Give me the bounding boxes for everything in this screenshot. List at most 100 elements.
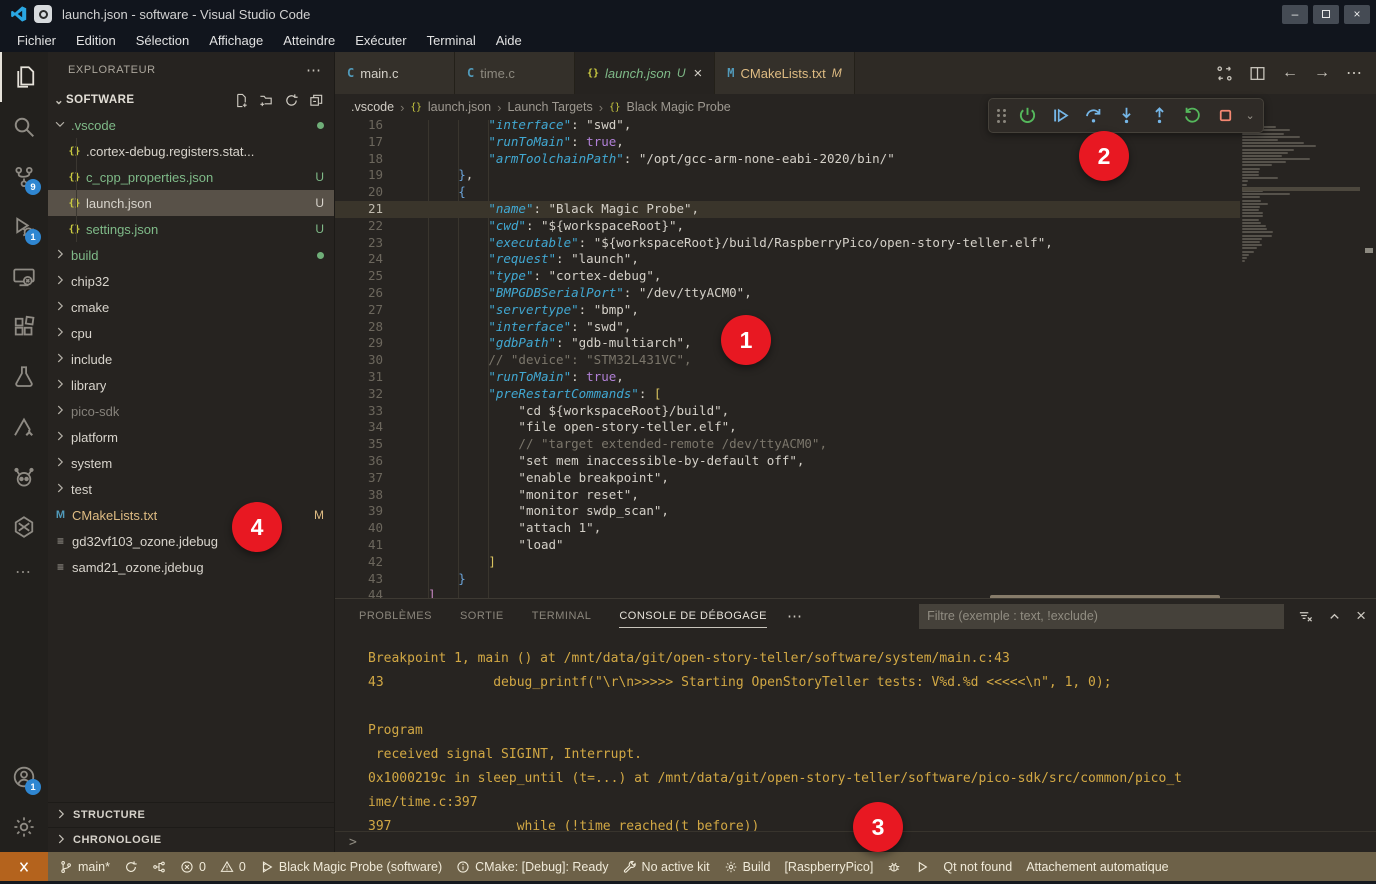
menu-atteindre[interactable]: Atteindre: [274, 31, 344, 50]
errors-count[interactable]: 0: [173, 852, 213, 881]
tab-main-c[interactable]: Cmain.c: [335, 52, 455, 94]
activity-account[interactable]: 1: [0, 752, 48, 802]
editor-scrollbar[interactable]: [1362, 120, 1376, 598]
sidebar-more-actions[interactable]: ⋯: [306, 61, 322, 79]
menu-sélection[interactable]: Sélection: [127, 31, 198, 50]
tree-item-samd21-ozone-jdebug[interactable]: ≡samd21_ozone.jdebug: [48, 554, 334, 580]
tree-item-include[interactable]: include: [48, 346, 334, 372]
debug-launch-config[interactable]: Black Magic Probe (software): [253, 852, 449, 881]
debug-step-out-button[interactable]: [1147, 103, 1173, 129]
activity-run-debug[interactable]: 1: [0, 202, 48, 252]
cmake-debug-button[interactable]: [880, 852, 908, 881]
menu-fichier[interactable]: Fichier: [8, 31, 65, 50]
debug-step-over-button[interactable]: [1081, 103, 1107, 129]
tree-item-cmake[interactable]: cmake: [48, 294, 334, 320]
cmake-kit[interactable]: No active kit: [616, 852, 717, 881]
minimize-button[interactable]: –: [1282, 5, 1308, 24]
tree-item-cmakelists-txt[interactable]: MCMakeLists.txtM: [48, 502, 334, 528]
debug-filter-input[interactable]: [919, 604, 1284, 629]
menu-affichage[interactable]: Affichage: [200, 31, 272, 50]
maximize-button[interactable]: [1313, 5, 1339, 24]
navigate-forward-icon[interactable]: →: [1314, 64, 1330, 82]
tree-item-settings-json[interactable]: {}settings.jsonU: [48, 216, 334, 242]
activity-cube-extension[interactable]: [0, 502, 48, 552]
tree-item-cpu[interactable]: cpu: [48, 320, 334, 346]
tree-item-build[interactable]: build: [48, 242, 334, 268]
remote-indicator[interactable]: [0, 852, 48, 881]
tab-time-c[interactable]: Ctime.c: [455, 52, 575, 94]
open-changes-icon[interactable]: [1216, 65, 1233, 82]
warnings-count[interactable]: 0: [213, 852, 253, 881]
stop-dropdown-chevron-icon[interactable]: ⌄: [1246, 109, 1255, 122]
cmake-status[interactable]: CMake: [Debug]: Ready: [449, 852, 615, 881]
split-editor-icon[interactable]: [1249, 65, 1266, 82]
activity-testing[interactable]: [0, 352, 48, 402]
breadcrumb-item[interactable]: Black Magic Probe: [627, 100, 731, 114]
tree-item-chip32[interactable]: chip32: [48, 268, 334, 294]
add-configuration-button[interactable]: Ajouter une configuration...: [990, 595, 1220, 598]
minimap[interactable]: [1242, 120, 1360, 263]
cmake-build-button[interactable]: Build: [717, 852, 778, 881]
tree-item-library[interactable]: library: [48, 372, 334, 398]
cmake-target[interactable]: [RaspberryPico]: [777, 852, 880, 881]
git-graph-button[interactable]: [145, 852, 173, 881]
activity-robot-debug[interactable]: [0, 452, 48, 502]
tab-cmakelists-txt[interactable]: MCMakeLists.txtM: [715, 52, 854, 94]
git-branch[interactable]: main*: [52, 852, 117, 881]
menu-terminal[interactable]: Terminal: [418, 31, 485, 50]
menu-exécuter[interactable]: Exécuter: [346, 31, 415, 50]
tree-item--cortex-debug-registers-stat-[interactable]: {}.cortex-debug.registers.stat...: [48, 138, 334, 164]
activity-remote-explorer[interactable]: [0, 252, 48, 302]
line-number: 30: [335, 352, 383, 369]
debug-stop-button[interactable]: [1213, 103, 1239, 129]
debug-continue-button[interactable]: [1048, 103, 1074, 129]
menu-edition[interactable]: Edition: [67, 31, 125, 50]
tree-item-pico-sdk[interactable]: pico-sdk: [48, 398, 334, 424]
debug-launch-button[interactable]: [1015, 103, 1041, 129]
new-folder-icon[interactable]: [259, 93, 274, 108]
tab-launch-json[interactable]: {}launch.jsonU×: [575, 52, 715, 94]
tree-item--vscode[interactable]: .vscode: [48, 112, 334, 138]
refresh-icon[interactable]: [284, 93, 299, 108]
activity-extensions[interactable]: [0, 302, 48, 352]
section-structure[interactable]: STRUCTURE: [48, 802, 334, 827]
breadcrumb-item[interactable]: launch.json: [428, 100, 491, 114]
qt-status[interactable]: Qt not found: [936, 852, 1019, 881]
menu-aide[interactable]: Aide: [487, 31, 531, 50]
cmake-run-button[interactable]: [908, 852, 936, 881]
close-button[interactable]: ×: [1344, 5, 1370, 24]
drag-handle-icon[interactable]: [997, 109, 1006, 123]
tree-item-launch-json[interactable]: {}launch.jsonU: [48, 190, 334, 216]
breadcrumb-item[interactable]: Launch Targets: [507, 100, 592, 114]
close-panel-icon[interactable]: ×: [1356, 606, 1366, 626]
debug-step-into-button[interactable]: [1114, 103, 1140, 129]
sync-button[interactable]: [117, 852, 145, 881]
tree-item-test[interactable]: test: [48, 476, 334, 502]
workspace-section-header[interactable]: ⌄ SOFTWARE: [48, 88, 334, 112]
breadcrumb-item[interactable]: .vscode: [351, 100, 394, 114]
tree-item-platform[interactable]: platform: [48, 424, 334, 450]
activity-more[interactable]: ⋯: [0, 552, 48, 592]
tree-item-system[interactable]: system: [48, 450, 334, 476]
collapse-all-icon[interactable]: [309, 93, 324, 108]
tree-item-c-cpp-properties-json[interactable]: {}c_cpp_properties.jsonU: [48, 164, 334, 190]
code-editor[interactable]: 16 "interface": "swd",17 "runToMain": tr…: [335, 120, 1376, 598]
panel-more-actions[interactable]: ⋯: [787, 607, 803, 625]
panel-tab-probl-mes[interactable]: PROBLÈMES: [349, 599, 442, 633]
debug-restart-button[interactable]: [1180, 103, 1206, 129]
section-chronologie[interactable]: CHRONOLOGIE: [48, 827, 334, 852]
panel-tab-sortie[interactable]: SORTIE: [450, 599, 514, 633]
activity-search[interactable]: [0, 102, 48, 152]
activity-test-adapter[interactable]: [0, 402, 48, 452]
new-file-icon[interactable]: [234, 93, 249, 108]
panel-tab-terminal[interactable]: TERMINAL: [522, 599, 602, 633]
auto-attach[interactable]: Attachement automatique: [1019, 852, 1175, 881]
activity-explorer[interactable]: [0, 52, 48, 102]
panel-tab-console-de-d-bogage[interactable]: CONSOLE DE DÉBOGAGE: [609, 599, 777, 633]
editor-more-actions-icon[interactable]: ⋯: [1346, 63, 1362, 83]
activity-settings[interactable]: [0, 802, 48, 852]
tree-item-gd32vf103-ozone-jdebug[interactable]: ≡gd32vf103_ozone.jdebug: [48, 528, 334, 554]
tab-close-icon[interactable]: ×: [694, 65, 703, 82]
navigate-back-icon[interactable]: ←: [1282, 64, 1298, 82]
activity-source-control[interactable]: 9: [0, 152, 48, 202]
